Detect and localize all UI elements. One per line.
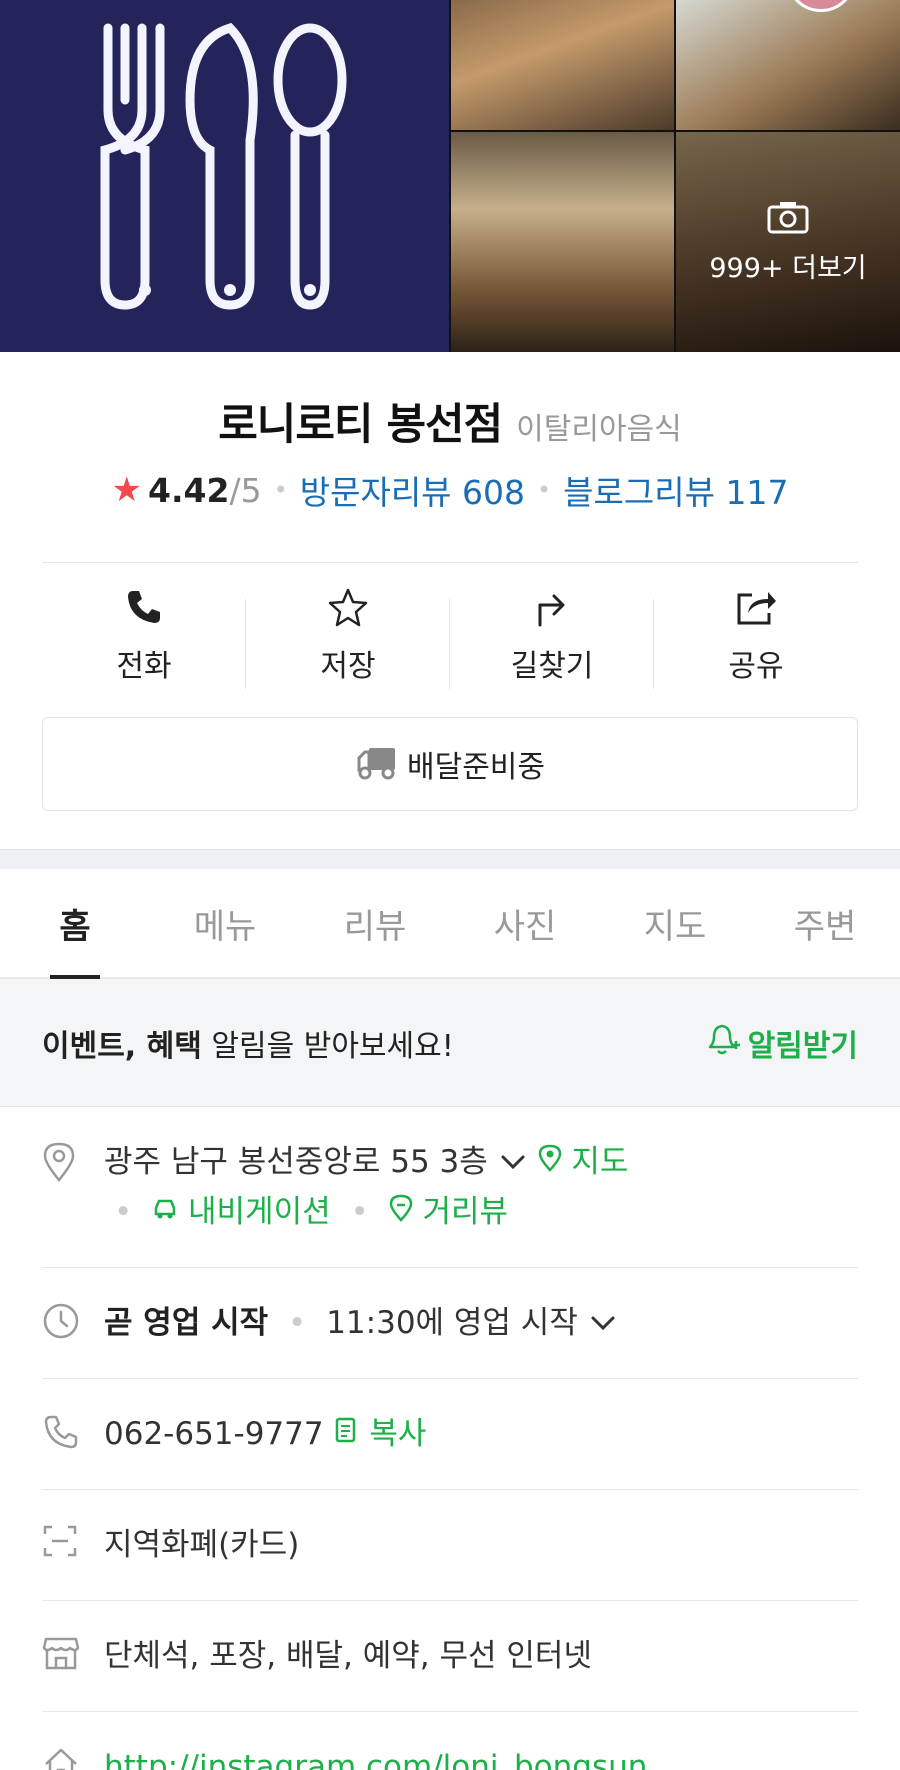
place-header: 로니로티 봉선점 이탈리아음식 ★ 4.42 /5 • 방문자리뷰 608 • … bbox=[0, 352, 900, 514]
clock-icon bbox=[42, 1298, 104, 1344]
copy-label: 복사 bbox=[369, 1416, 427, 1452]
star-icon: ★ bbox=[111, 470, 143, 510]
navigation-link-label: 내비게이션 bbox=[188, 1194, 331, 1230]
share-icon bbox=[734, 587, 778, 631]
share-label: 공유 bbox=[728, 649, 784, 684]
event-text: 이벤트, 혜택 알림을 받아보세요! bbox=[42, 1021, 454, 1065]
tab-menu[interactable]: 메뉴 bbox=[150, 869, 300, 977]
hours-expand-chevron-icon[interactable] bbox=[588, 1305, 618, 1341]
action-bar: 전화 저장 길찾기 공유 bbox=[42, 562, 858, 689]
delivery-status-button[interactable]: 배달준비중 bbox=[42, 717, 858, 811]
address-expand-chevron-icon[interactable] bbox=[498, 1144, 538, 1180]
directions-icon bbox=[532, 587, 572, 631]
copy-icon bbox=[333, 1416, 359, 1452]
directions-label: 길찾기 bbox=[510, 649, 594, 684]
photo-thumb[interactable] bbox=[676, 0, 900, 130]
website-link[interactable]: http://instagram.com/loni_bongsun bbox=[104, 1749, 647, 1770]
tab-home[interactable]: 홈 bbox=[0, 869, 150, 977]
tab-photos[interactable]: 사진 bbox=[450, 869, 600, 977]
map-link[interactable]: 지도 bbox=[538, 1144, 629, 1180]
hours-status: 곧 영업 시작 bbox=[104, 1305, 269, 1341]
hours-detail: 11:30에 영업 시작 bbox=[326, 1305, 578, 1341]
rating-max: /5 bbox=[229, 470, 262, 510]
separator-dot: • bbox=[350, 1194, 369, 1230]
photo-gallery: 999+ 더보기 bbox=[0, 0, 900, 352]
scan-icon bbox=[42, 1520, 104, 1562]
rating-line: ★ 4.42 /5 • 방문자리뷰 608 • 블로그리뷰 117 bbox=[0, 466, 900, 514]
facilities-row: 단체석, 포장, 배달, 예약, 무선 인터넷 bbox=[42, 1601, 858, 1712]
delivery-truck-icon bbox=[355, 740, 399, 788]
event-banner: 이벤트, 혜택 알림을 받아보세요! 알림받기 bbox=[0, 979, 900, 1107]
rating-score: 4.42 bbox=[148, 470, 230, 510]
phone-outline-icon bbox=[42, 1409, 104, 1455]
separator-dot: • bbox=[114, 1194, 133, 1230]
event-bold-text: 이벤트, 혜택 bbox=[42, 1028, 202, 1064]
bell-plus-icon bbox=[702, 1019, 742, 1067]
photo-thumb[interactable] bbox=[451, 0, 674, 130]
more-photos-label: 999+ 더보기 bbox=[709, 253, 867, 284]
separator-dot: • bbox=[273, 476, 288, 504]
website-row: http://instagram.com/loni_bongsun bbox=[42, 1712, 858, 1770]
visitor-reviews-link[interactable]: 방문자리뷰 608 bbox=[300, 466, 525, 514]
info-list: 광주 남구 봉선중앙로 55 3층 지도 • 내비게이션 • 거리뷰 곧 영업 … bbox=[0, 1107, 900, 1770]
call-button[interactable]: 전화 bbox=[42, 587, 246, 689]
tab-nearby[interactable]: 주변 bbox=[750, 869, 900, 977]
event-normal-text: 알림을 받아보세요! bbox=[201, 1028, 454, 1064]
phone-icon bbox=[124, 587, 164, 631]
subscribe-alarm-label: 알림받기 bbox=[747, 1028, 858, 1064]
directions-button[interactable]: 길찾기 bbox=[450, 587, 654, 689]
delivery-status-label: 배달준비중 bbox=[407, 750, 545, 785]
tab-map[interactable]: 지도 bbox=[600, 869, 750, 977]
payment-text: 지역화폐(카드) bbox=[104, 1527, 300, 1563]
main-photo[interactable] bbox=[0, 0, 449, 352]
store-icon bbox=[42, 1631, 104, 1675]
map-link-label: 지도 bbox=[571, 1144, 629, 1180]
location-pin-icon bbox=[42, 1137, 104, 1187]
place-name: 로니로티 봉선점 bbox=[218, 400, 503, 450]
car-icon bbox=[152, 1194, 178, 1230]
facilities-text: 단체석, 포장, 배달, 예약, 무선 인터넷 bbox=[104, 1638, 592, 1674]
hours-row[interactable]: 곧 영업 시작 • 11:30에 영업 시작 bbox=[42, 1268, 858, 1379]
separator-dot: • bbox=[537, 476, 552, 504]
camera-icon bbox=[766, 199, 810, 242]
phone-row: 062-651-9777 복사 bbox=[42, 1379, 858, 1490]
share-button[interactable]: 공유 bbox=[654, 587, 858, 685]
copy-phone-button[interactable]: 복사 bbox=[333, 1416, 426, 1452]
place-category: 이탈리아음식 bbox=[516, 412, 682, 447]
section-divider bbox=[0, 849, 900, 869]
star-outline-icon bbox=[327, 587, 369, 631]
call-label: 전화 bbox=[116, 649, 172, 684]
street-view-link-label: 거리뷰 bbox=[422, 1194, 509, 1230]
address-row: 광주 남구 봉선중앙로 55 3층 지도 • 내비게이션 • 거리뷰 bbox=[42, 1107, 858, 1268]
address-text: 광주 남구 봉선중앙로 55 3층 bbox=[104, 1144, 488, 1180]
separator-dot: • bbox=[288, 1305, 307, 1341]
blog-reviews-link[interactable]: 블로그리뷰 117 bbox=[563, 466, 788, 514]
photo-thumb[interactable] bbox=[451, 132, 674, 352]
tab-bar: 홈 메뉴 리뷰 사진 지도 주변 bbox=[0, 869, 900, 979]
save-button[interactable]: 저장 bbox=[246, 587, 450, 689]
payment-row: 지역화폐(카드) bbox=[42, 1490, 858, 1601]
save-label: 저장 bbox=[320, 649, 376, 684]
more-photos-button[interactable]: 999+ 더보기 bbox=[676, 132, 900, 352]
home-icon bbox=[42, 1742, 104, 1770]
map-pin-icon bbox=[538, 1144, 562, 1180]
street-view-icon bbox=[389, 1194, 413, 1230]
street-view-link[interactable]: 거리뷰 bbox=[389, 1194, 508, 1230]
phone-number[interactable]: 062-651-9777 bbox=[104, 1416, 324, 1452]
subscribe-alarm-button[interactable]: 알림받기 bbox=[702, 1019, 858, 1067]
navigation-link[interactable]: 내비게이션 bbox=[152, 1194, 340, 1230]
tab-reviews[interactable]: 리뷰 bbox=[300, 869, 450, 977]
